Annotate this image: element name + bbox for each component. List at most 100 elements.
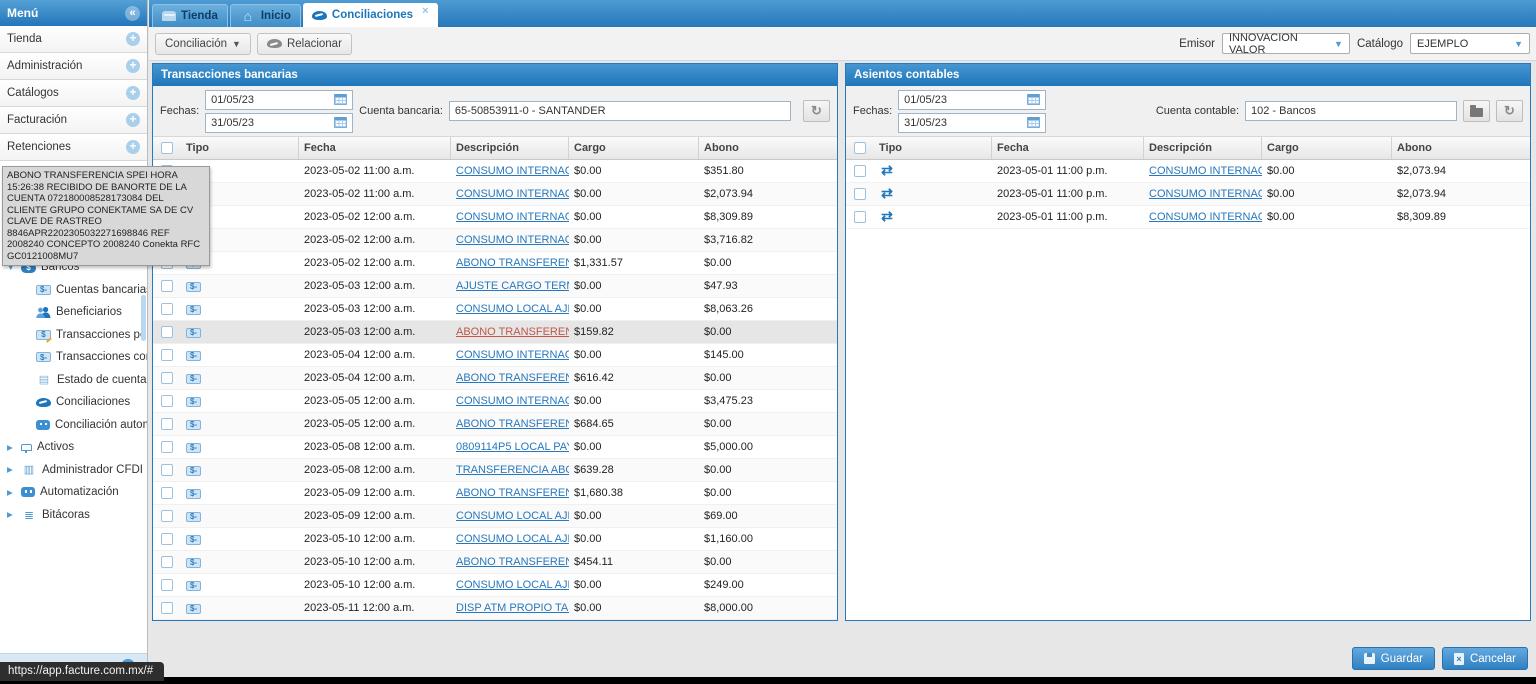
cuenta-contable-input[interactable]: 102 - Bancos (1245, 101, 1457, 121)
row-checkbox[interactable] (161, 349, 173, 361)
description-link[interactable]: 0809114P5 LOCAL PAY... (456, 441, 569, 453)
row-checkbox[interactable] (161, 556, 173, 568)
table-row[interactable]: 2023-05-05 12:00 a.m.ABONO TRANSFEREN...… (153, 413, 837, 436)
description-link[interactable]: CONSUMO INTERNACI... (456, 188, 569, 200)
description-link[interactable]: CONSUMO INTERNACI... (1149, 188, 1262, 200)
table-row[interactable]: 2023-05-02 12:00 a.m.CONSUMO INTERNACI..… (153, 206, 837, 229)
row-checkbox[interactable] (161, 418, 173, 430)
row-checkbox[interactable] (161, 464, 173, 476)
description-link[interactable]: CONSUMO INTERNACI... (456, 165, 569, 177)
sidebar-section[interactable]: Facturación+ (0, 107, 147, 134)
row-checkbox[interactable] (161, 372, 173, 384)
save-button[interactable]: Guardar (1352, 647, 1435, 670)
tab-conciliaciones[interactable]: Conciliaciones × (303, 3, 438, 27)
table-row[interactable]: 2023-05-02 12:00 a.m.ABONO TRANSFEREN...… (153, 252, 837, 275)
browse-account-button[interactable] (1463, 100, 1490, 122)
description-link[interactable]: ABONO TRANSFEREN... (456, 418, 569, 430)
date-from-input[interactable]: 01/05/23 (898, 90, 1046, 110)
row-checkbox[interactable] (161, 395, 173, 407)
description-link[interactable]: TRANSFERENCIA ABO... (456, 464, 569, 476)
collapse-sidebar-icon[interactable]: « (125, 6, 140, 21)
sidebar-item[interactable]: Beneficiarios (0, 301, 147, 324)
table-row[interactable]: 2023-05-08 12:00 a.m.TRANSFERENCIA ABO..… (153, 459, 837, 482)
table-row[interactable]: 2023-05-02 11:00 a.m.CONSUMO INTERNACI..… (153, 160, 837, 183)
sidebar-scrollbar[interactable] (141, 295, 146, 341)
expand-arrow-icon[interactable]: ▶ (7, 465, 16, 474)
sidebar-item[interactable]: Conciliaciones (0, 391, 147, 414)
expand-plus-icon[interactable]: + (126, 86, 140, 100)
description-link[interactable]: DISP ATM PROPIO TAR... (456, 602, 569, 614)
sidebar-item[interactable]: ▶Administrador CFDI (0, 459, 147, 482)
description-link[interactable]: CONSUMO INTERNACI... (456, 395, 569, 407)
row-checkbox[interactable] (161, 510, 173, 522)
calendar-icon[interactable] (1027, 94, 1040, 105)
sidebar-item[interactable]: ▶Activos (0, 436, 147, 459)
description-link[interactable]: CONSUMO LOCAL AJE... (456, 533, 569, 545)
table-row[interactable]: 2023-05-03 12:00 a.m.AJUSTE CARGO TERMI.… (153, 275, 837, 298)
table-row[interactable]: 2023-05-04 12:00 a.m.CONSUMO INTERNACI..… (153, 344, 837, 367)
description-link[interactable]: CONSUMO INTERNACI... (456, 211, 569, 223)
table-row[interactable]: 2023-05-09 12:00 a.m.ABONO TRANSFEREN...… (153, 482, 837, 505)
description-link[interactable]: ABONO TRANSFEREN... (456, 257, 569, 269)
row-checkbox[interactable] (161, 326, 173, 338)
row-checkbox[interactable] (161, 533, 173, 545)
emisor-select[interactable]: INNOVACION VALOR ▼ (1222, 33, 1350, 54)
row-checkbox[interactable] (161, 441, 173, 453)
table-row[interactable]: 2023-05-01 11:00 p.m.CONSUMO INTERNACI..… (846, 160, 1530, 183)
description-link[interactable]: CONSUMO LOCAL AJE... (456, 579, 569, 591)
close-tab-icon[interactable]: × (422, 5, 428, 17)
expand-arrow-icon[interactable]: ▶ (7, 488, 16, 497)
row-checkbox[interactable] (854, 188, 866, 200)
table-row[interactable]: 2023-05-10 12:00 a.m.CONSUMO LOCAL AJE..… (153, 528, 837, 551)
description-link[interactable]: CONSUMO LOCAL AJE... (456, 303, 569, 315)
description-link[interactable]: CONSUMO INTERNACI... (456, 234, 569, 246)
cuenta-bancaria-input[interactable]: 65-50853911-0 - SANTANDER (449, 101, 791, 121)
row-checkbox[interactable] (161, 280, 173, 292)
description-link[interactable]: CONSUMO INTERNACI... (1149, 211, 1262, 223)
row-checkbox[interactable] (161, 602, 173, 614)
table-row[interactable]: 2023-05-11 12:00 a.m.DISP ATM PROPIO TAR… (153, 597, 837, 620)
table-row[interactable]: 2023-05-09 12:00 a.m.CONSUMO LOCAL AJE..… (153, 505, 837, 528)
table-row[interactable]: 2023-05-03 12:00 a.m.ABONO TRANSFEREN...… (153, 321, 837, 344)
calendar-icon[interactable] (334, 94, 347, 105)
expand-plus-icon[interactable]: + (126, 113, 140, 127)
cancel-button[interactable]: Cancelar (1442, 647, 1528, 670)
tab-tienda[interactable]: Tienda (152, 4, 228, 27)
table-row[interactable]: 2023-05-08 12:00 a.m.0809114P5 LOCAL PAY… (153, 436, 837, 459)
catalogo-select[interactable]: EJEMPLO ▼ (1410, 33, 1530, 54)
description-link[interactable]: CONSUMO INTERNACI... (1149, 165, 1262, 177)
sidebar-item[interactable]: Conciliación automá (0, 414, 147, 437)
sidebar-section[interactable]: Administración+ (0, 53, 147, 80)
refresh-journal-button[interactable] (1496, 100, 1523, 122)
table-row[interactable]: 2023-05-02 11:00 a.m.CONSUMO INTERNACI..… (153, 183, 837, 206)
table-row[interactable]: 2023-05-10 12:00 a.m.CONSUMO LOCAL AJE..… (153, 574, 837, 597)
conciliacion-menu-button[interactable]: Conciliación ▼ (155, 33, 251, 55)
sidebar-section[interactable]: Retenciones+ (0, 134, 147, 161)
row-checkbox[interactable] (854, 211, 866, 223)
sidebar-item[interactable]: ▶Automatización (0, 481, 147, 504)
expand-arrow-icon[interactable]: ▶ (7, 510, 16, 519)
table-row[interactable]: 2023-05-10 12:00 a.m.ABONO TRANSFEREN...… (153, 551, 837, 574)
table-row[interactable]: 2023-05-05 12:00 a.m.CONSUMO INTERNACI..… (153, 390, 837, 413)
row-checkbox[interactable] (161, 579, 173, 591)
description-link[interactable]: ABONO TRANSFEREN... (456, 372, 569, 384)
expand-plus-icon[interactable]: + (126, 140, 140, 154)
table-row[interactable]: 2023-05-04 12:00 a.m.ABONO TRANSFEREN...… (153, 367, 837, 390)
row-checkbox[interactable] (161, 303, 173, 315)
select-all-checkbox[interactable] (854, 142, 866, 154)
sidebar-item[interactable]: Cuentas bancarias (0, 279, 147, 302)
date-to-input[interactable]: 31/05/23 (205, 113, 353, 133)
table-row[interactable]: 2023-05-02 12:00 a.m.CONSUMO INTERNACI..… (153, 229, 837, 252)
refresh-bank-button[interactable] (803, 100, 830, 122)
sidebar-item[interactable]: Transacciones por c (0, 324, 147, 347)
sidebar-item[interactable]: ▶Bitácoras (0, 504, 147, 527)
expand-arrow-icon[interactable]: ▶ (7, 443, 16, 452)
calendar-icon[interactable] (1027, 117, 1040, 128)
row-checkbox[interactable] (161, 487, 173, 499)
expand-plus-icon[interactable]: + (126, 32, 140, 46)
description-link[interactable]: ABONO TRANSFEREN... (456, 556, 569, 568)
sidebar-section[interactable]: Tienda+ (0, 26, 147, 53)
sidebar-item[interactable]: Transacciones conc (0, 346, 147, 369)
table-row[interactable]: 2023-05-01 11:00 p.m.CONSUMO INTERNACI..… (846, 183, 1530, 206)
sidebar-section[interactable]: Catálogos+ (0, 80, 147, 107)
